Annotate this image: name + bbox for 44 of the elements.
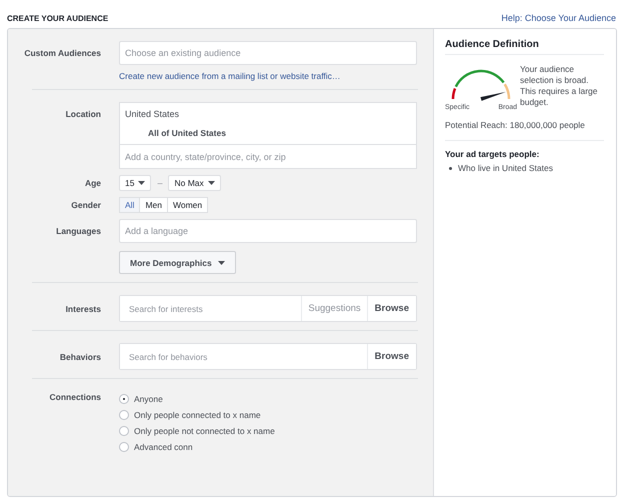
browse-button[interactable]: Browse xyxy=(366,344,416,369)
field-label: Connections xyxy=(48,391,101,404)
field-label: Interests xyxy=(64,303,101,316)
radio-button[interactable] xyxy=(119,426,129,436)
targets-title: Your ad targets people: xyxy=(445,149,540,159)
gender-option[interactable]: All xyxy=(119,197,140,213)
browse-button[interactable]: Browse xyxy=(366,296,416,321)
radio-label: Advanced conn xyxy=(134,442,193,452)
potential-reach: Potential Reach: 180,000,000 people xyxy=(445,120,586,130)
caret-icon xyxy=(218,260,225,264)
field-label: Custom Audiences xyxy=(23,47,101,60)
location-value: United States xyxy=(124,108,180,121)
range-separator: – xyxy=(157,178,162,188)
search-bar[interactable]: Search for behaviors Browse xyxy=(119,343,417,370)
search-bar[interactable]: Search for interests Suggestions Browse xyxy=(119,295,417,322)
age-max-dropdown[interactable]: No Max xyxy=(168,175,221,191)
caret-icon xyxy=(208,181,215,185)
field-label: Location xyxy=(64,108,101,121)
field-label: Gender xyxy=(70,199,101,212)
help-link[interactable]: Help: Choose Your Audience xyxy=(501,13,616,23)
language-field[interactable]: Add a language xyxy=(119,219,417,243)
radio-button[interactable] xyxy=(119,394,129,404)
audience-description: Your audience selection is broad. This requires a large budget. xyxy=(520,64,598,109)
gender-option[interactable]: Women xyxy=(167,197,208,213)
radio-label: Anyone xyxy=(134,394,163,404)
caret-icon xyxy=(138,181,146,185)
radio-label: Only people connected to x name xyxy=(134,410,261,420)
page-title: CREATE YOUR AUDIENCE xyxy=(7,14,108,22)
location-scope: All of United States xyxy=(147,127,227,140)
panel-title: Audience Definition xyxy=(445,39,540,52)
age-min-dropdown[interactable]: 15 xyxy=(119,175,152,191)
audience-field[interactable]: Choose an existing audience xyxy=(119,41,417,65)
create-audience-link[interactable]: Create new audience from a mailing list or website traffic… xyxy=(119,71,417,81)
field-label: Languages xyxy=(55,225,101,238)
bullet-icon xyxy=(449,166,452,170)
radio-label: Only people not connected to x name xyxy=(134,426,275,436)
gender-option[interactable]: Men xyxy=(139,197,168,213)
field-label: Age xyxy=(84,177,101,190)
radio-button[interactable] xyxy=(119,442,129,452)
location-box[interactable]: United States All of United States Add a country, state/province, city, or zip xyxy=(119,102,417,169)
more-demographics-button[interactable]: More Demographics xyxy=(119,251,236,274)
field-label: Behaviors xyxy=(58,351,101,364)
target-item: Who live in United States xyxy=(458,163,553,173)
radio-button[interactable] xyxy=(119,410,129,420)
